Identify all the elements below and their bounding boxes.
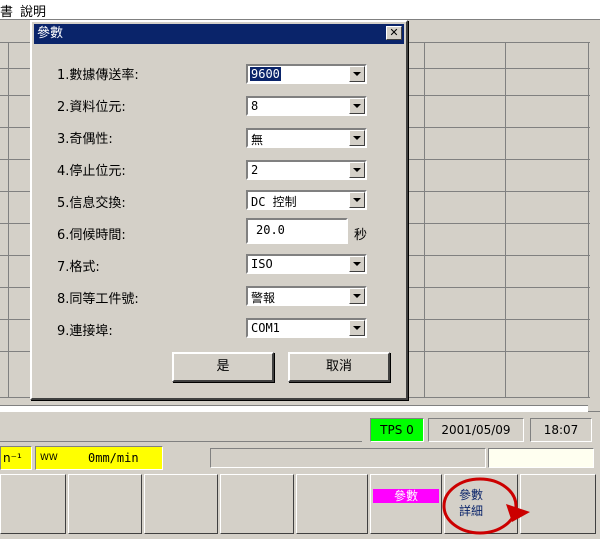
- feed-info: [488, 448, 594, 468]
- status-date: 2001/05/09: [428, 418, 524, 442]
- feed-row: n⁻¹ WW 0mm/min: [0, 446, 600, 472]
- feed-rate: 0mm/min: [88, 451, 139, 465]
- chevron-down-icon[interactable]: [349, 162, 365, 178]
- port-value: COM1: [251, 321, 280, 335]
- param-label-port: 9.連接埠:: [57, 324, 113, 339]
- stop-bits-select[interactable]: 2: [246, 160, 367, 180]
- param-label-workpiece: 8.同等工件號:: [57, 292, 139, 307]
- format-value: ISO: [251, 257, 273, 271]
- status-empty: [0, 418, 362, 442]
- chevron-down-icon[interactable]: [349, 66, 365, 82]
- close-button[interactable]: ✕: [386, 26, 402, 40]
- close-icon: ✕: [389, 26, 399, 39]
- param-label-databits: 2.資料位元:: [57, 100, 126, 115]
- handshake-select[interactable]: DC 控制: [246, 190, 367, 210]
- chevron-down-icon[interactable]: [349, 130, 365, 146]
- chevron-down-icon[interactable]: [349, 192, 365, 208]
- data-bits-select[interactable]: 8: [246, 96, 367, 116]
- param-label-baud: 1.數據傳送率:: [57, 68, 139, 83]
- dialog-title: 參數: [37, 26, 64, 41]
- feed-fragment: n⁻¹: [0, 446, 32, 470]
- annotation-overlay: [442, 477, 530, 535]
- cancel-button[interactable]: 取消: [288, 352, 390, 382]
- port-select[interactable]: COM1: [246, 318, 367, 338]
- chevron-down-icon[interactable]: [349, 320, 365, 336]
- status-bar: TPS 0 2001/05/09 18:07: [0, 418, 600, 446]
- ok-button[interactable]: 是: [172, 352, 274, 382]
- timeout-unit: 秒: [354, 228, 368, 243]
- dialog-titlebar: 參數 ✕: [34, 24, 404, 44]
- baud-rate-value: 9600: [250, 67, 281, 81]
- softkey-bar: 參數 參數 詳細: [0, 474, 600, 539]
- baud-rate-select[interactable]: 9600: [246, 64, 367, 84]
- feed-rate-box: WW 0mm/min: [35, 446, 163, 470]
- menu-item-partial[interactable]: 書: [0, 1, 13, 20]
- handshake-value: DC 控制: [251, 195, 297, 209]
- chevron-down-icon[interactable]: [349, 288, 365, 304]
- param-label-handshake: 5.信息交換:: [57, 196, 126, 211]
- timeout-input[interactable]: 20.0: [246, 218, 348, 244]
- chevron-down-icon[interactable]: [349, 256, 365, 272]
- parameter-dialog: 參數 ✕ 1.數據傳送率: 9600 2.資料位元: 8 3.奇偶性: 無 4.…: [30, 20, 408, 400]
- parity-select[interactable]: 無: [246, 128, 367, 148]
- format-select[interactable]: ISO: [246, 254, 367, 274]
- param-label-parity: 3.奇偶性:: [57, 132, 113, 147]
- highlight-circle: [442, 477, 518, 535]
- param-label-stopbits: 4.停止位元:: [57, 164, 126, 179]
- chevron-down-icon[interactable]: [349, 98, 365, 114]
- scroll-strip: [0, 405, 588, 412]
- wave-icon: WW: [40, 453, 58, 463]
- menu-item-help[interactable]: 說明: [20, 1, 46, 20]
- feed-progress: [210, 448, 486, 468]
- workpiece-select[interactable]: 警報: [246, 286, 367, 306]
- param-label-format: 7.格式:: [57, 260, 100, 275]
- timeout-value: 20.0: [256, 223, 285, 237]
- param-label-timeout: 6.伺候時間:: [57, 228, 126, 243]
- parity-value: 無: [251, 133, 264, 147]
- menu-bar: 書 說明: [0, 0, 600, 20]
- tps-badge: TPS 0: [370, 418, 424, 442]
- data-bits-value: 8: [251, 99, 259, 113]
- status-time: 18:07: [530, 418, 592, 442]
- workpiece-value: 警報: [251, 291, 276, 305]
- stop-bits-value: 2: [251, 163, 259, 177]
